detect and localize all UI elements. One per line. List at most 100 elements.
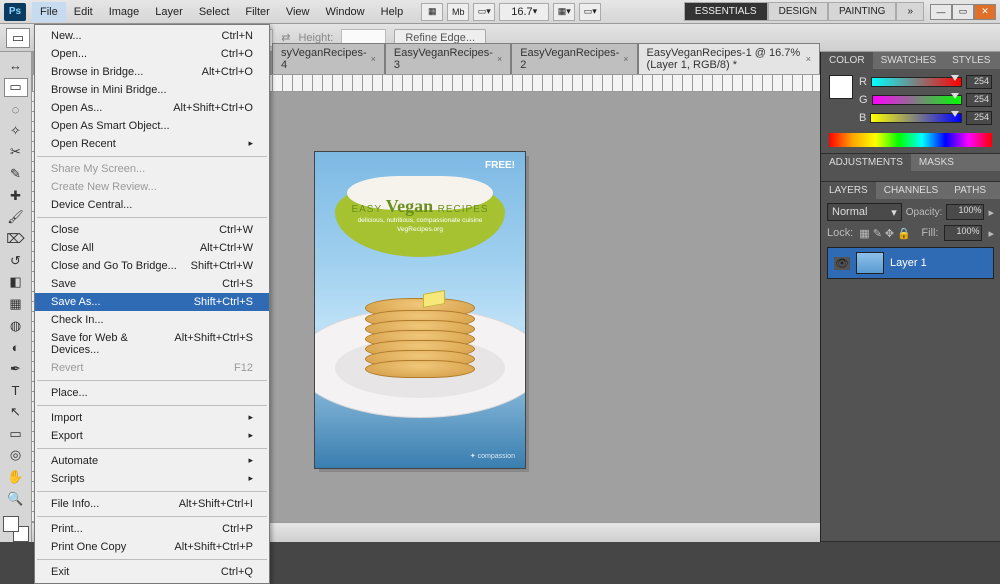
screen-mode-button[interactable]: ▭▾ — [579, 3, 601, 21]
tab-paths[interactable]: PATHS — [946, 182, 994, 199]
menu-row-close-and-go-to-bridge[interactable]: Close and Go To Bridge...Shift+Ctrl+W — [35, 257, 269, 275]
menu-row-print[interactable]: Print...Ctrl+P — [35, 520, 269, 538]
menu-layer[interactable]: Layer — [147, 2, 191, 22]
menu-row-save[interactable]: SaveCtrl+S — [35, 275, 269, 293]
menu-row-browse-in-mini-bridge[interactable]: Browse in Mini Bridge... — [35, 81, 269, 99]
menu-row-close[interactable]: CloseCtrl+W — [35, 221, 269, 239]
menu-row-close-all[interactable]: Close AllAlt+Ctrl+W — [35, 239, 269, 257]
menu-row-save-as[interactable]: Save As...Shift+Ctrl+S — [35, 293, 269, 311]
shape-tool[interactable]: ▭ — [4, 424, 28, 444]
menu-row-scripts[interactable]: Scripts — [35, 470, 269, 488]
menu-select[interactable]: Select — [191, 2, 238, 22]
menu-row-new[interactable]: New...Ctrl+N — [35, 27, 269, 45]
tool-preset[interactable]: ▭ — [6, 28, 30, 48]
menu-window[interactable]: Window — [318, 2, 373, 22]
tab-color[interactable]: COLOR — [821, 52, 873, 69]
menu-row-browse-in-bridge[interactable]: Browse in Bridge...Alt+Ctrl+O — [35, 63, 269, 81]
menu-row-save-for-web-devices[interactable]: Save for Web & Devices...Alt+Shift+Ctrl+… — [35, 329, 269, 359]
zoom-select[interactable]: 16.7 ▾ — [499, 3, 549, 21]
slider-r[interactable] — [871, 77, 962, 87]
path-tool[interactable]: ↖ — [4, 402, 28, 422]
menu-row-import[interactable]: Import — [35, 409, 269, 427]
blend-mode-select[interactable]: Normal ▾ — [827, 203, 902, 221]
layer-thumbnail[interactable] — [856, 252, 884, 274]
workspace-more[interactable]: » — [896, 2, 924, 21]
menu-row-export[interactable]: Export — [35, 427, 269, 445]
value-g[interactable]: 254 — [966, 93, 992, 107]
menu-row-place[interactable]: Place... — [35, 384, 269, 402]
close-icon[interactable]: × — [623, 54, 628, 64]
extras-button[interactable]: ▭▾ — [473, 3, 495, 21]
menu-help[interactable]: Help — [373, 2, 412, 22]
doc-tab-1[interactable]: EasyVeganRecipes-1 @ 16.7% (Layer 1, RGB… — [638, 43, 820, 74]
menu-row-open[interactable]: Open...Ctrl+O — [35, 45, 269, 63]
lock-move-icon[interactable]: ✥ — [885, 227, 894, 240]
lock-brush-icon[interactable]: ✎ — [873, 227, 882, 240]
menu-row-open-as-smart-object[interactable]: Open As Smart Object... — [35, 117, 269, 135]
tab-adjustments[interactable]: ADJUSTMENTS — [821, 154, 911, 171]
pen-tool[interactable]: ✒ — [4, 359, 28, 379]
slider-g[interactable] — [872, 95, 962, 105]
move-tool[interactable]: ↔ — [4, 56, 28, 76]
lock-pixels-icon[interactable]: ▦ — [859, 227, 869, 240]
tab-channels[interactable]: CHANNELS — [876, 182, 946, 199]
menu-row-check-in[interactable]: Check In... — [35, 311, 269, 329]
menu-row-open-as[interactable]: Open As...Alt+Shift+Ctrl+O — [35, 99, 269, 117]
menu-filter[interactable]: Filter — [237, 2, 277, 22]
hand-tool[interactable]: ✋ — [4, 467, 28, 487]
value-b[interactable]: 254 — [966, 111, 992, 125]
menu-row-open-recent[interactable]: Open Recent — [35, 135, 269, 153]
launch-minib-button[interactable]: Mb — [447, 3, 469, 21]
menu-row-file-info[interactable]: File Info...Alt+Shift+Ctrl+I — [35, 495, 269, 513]
eyedropper-tool[interactable]: ✎ — [4, 164, 28, 184]
menu-row-exit[interactable]: ExitCtrl+Q — [35, 563, 269, 581]
3d-tool[interactable]: ◎ — [4, 446, 28, 466]
wand-tool[interactable]: ✧ — [4, 121, 28, 141]
value-r[interactable]: 254 — [966, 75, 992, 89]
workspace-painting[interactable]: PAINTING — [828, 2, 896, 21]
tab-layers[interactable]: LAYERS — [821, 182, 876, 199]
menu-view[interactable]: View — [278, 2, 318, 22]
tab-styles[interactable]: STYLES — [944, 52, 998, 69]
heal-tool[interactable]: ✚ — [4, 186, 28, 206]
lock-all-icon[interactable]: 🔒 — [897, 227, 911, 240]
window-close[interactable]: ✕ — [974, 4, 996, 20]
menu-row-print-one-copy[interactable]: Print One CopyAlt+Shift+Ctrl+P — [35, 538, 269, 556]
close-icon[interactable]: × — [371, 54, 376, 64]
tab-swatches[interactable]: SWATCHES — [873, 52, 945, 69]
zoom-tool[interactable]: 🔍 — [4, 489, 28, 509]
window-maximize[interactable]: ▭ — [952, 4, 974, 20]
type-tool[interactable]: T — [4, 381, 28, 401]
arrange-button[interactable]: ▦▾ — [553, 3, 575, 21]
layer-name[interactable]: Layer 1 — [890, 257, 927, 269]
menu-file[interactable]: File — [32, 2, 66, 22]
spectrum-bar[interactable] — [829, 133, 992, 147]
fill-field[interactable]: 100% — [944, 225, 982, 241]
marquee-tool[interactable]: ▭ — [4, 78, 28, 98]
lasso-tool[interactable]: ◌ — [4, 99, 28, 119]
slider-b[interactable] — [870, 113, 962, 123]
dodge-tool[interactable]: ◐ — [4, 337, 28, 357]
workspace-design[interactable]: DESIGN — [768, 2, 828, 21]
gradient-tool[interactable]: ▦ — [4, 294, 28, 314]
color-swatches[interactable] — [3, 516, 29, 542]
menu-edit[interactable]: Edit — [66, 2, 101, 22]
close-icon[interactable]: × — [497, 54, 502, 64]
history-brush-tool[interactable]: ↺ — [4, 251, 28, 271]
layer-row[interactable]: 👁 Layer 1 — [828, 248, 993, 278]
menu-row-device-central[interactable]: Device Central... — [35, 196, 269, 214]
doc-tab-3[interactable]: EasyVeganRecipes-3× — [385, 43, 511, 74]
tab-masks[interactable]: MASKS — [911, 154, 962, 171]
window-minimize[interactable]: — — [930, 4, 952, 20]
foreground-swatch[interactable] — [829, 75, 853, 99]
crop-tool[interactable]: ✂ — [4, 143, 28, 163]
visibility-icon[interactable]: 👁 — [834, 257, 850, 270]
opacity-field[interactable]: 100% — [946, 204, 984, 220]
menu-image[interactable]: Image — [101, 2, 148, 22]
close-icon[interactable]: × — [806, 54, 811, 64]
blur-tool[interactable]: ◍ — [4, 316, 28, 336]
doc-tab-2[interactable]: EasyVeganRecipes-2× — [511, 43, 637, 74]
menu-row-automate[interactable]: Automate — [35, 452, 269, 470]
launch-bridge-button[interactable]: ▦ — [421, 3, 443, 21]
stamp-tool[interactable]: ⌦ — [4, 229, 28, 249]
